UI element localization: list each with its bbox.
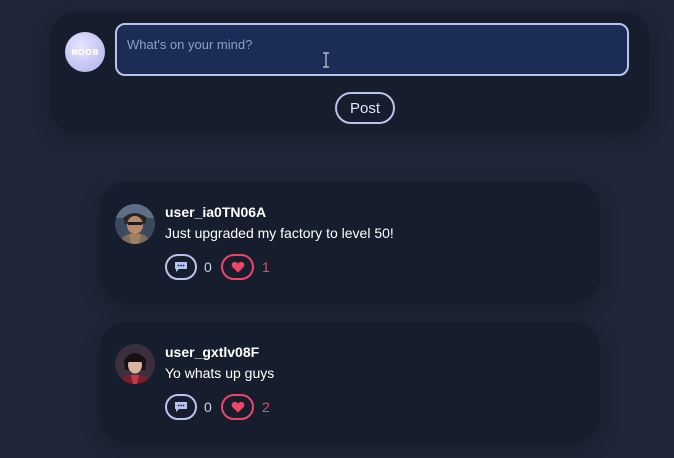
post-card: user_ia0TN06A Just upgraded my factory t… bbox=[100, 182, 600, 302]
heart-icon bbox=[231, 261, 244, 273]
post-username[interactable]: user_ia0TN06A bbox=[165, 204, 266, 220]
post-username[interactable]: user_gxtlv08F bbox=[165, 344, 259, 360]
comment-bubble-icon bbox=[175, 262, 187, 272]
post-composer: NOOB Post bbox=[50, 12, 650, 132]
comment-button[interactable] bbox=[165, 254, 197, 280]
user-avatar[interactable] bbox=[115, 344, 155, 384]
user-avatar[interactable] bbox=[115, 204, 155, 244]
comment-bubble-icon bbox=[175, 402, 187, 412]
text-cursor-icon bbox=[323, 52, 329, 68]
avatar-initials: NOOB bbox=[71, 47, 99, 57]
like-button[interactable] bbox=[221, 394, 254, 420]
avatar-image bbox=[115, 204, 155, 244]
like-button[interactable] bbox=[221, 254, 254, 280]
comment-count: 0 bbox=[204, 259, 212, 275]
comment-button[interactable] bbox=[165, 394, 197, 420]
post-text: Yo whats up guys bbox=[165, 365, 275, 381]
avatar-image bbox=[115, 344, 155, 384]
post-card: user_gxtlv08F Yo whats up guys 0 2 bbox=[100, 322, 600, 442]
like-count: 1 bbox=[262, 259, 270, 275]
current-user-avatar: NOOB bbox=[65, 32, 105, 72]
feed-page: NOOB Post user_ia0TN06A Just upgraded my… bbox=[0, 0, 674, 458]
post-text: Just upgraded my factory to level 50! bbox=[165, 225, 394, 241]
post-input[interactable] bbox=[115, 23, 629, 76]
comment-count: 0 bbox=[204, 399, 212, 415]
heart-icon bbox=[231, 401, 244, 413]
like-count: 2 bbox=[262, 399, 270, 415]
post-button[interactable]: Post bbox=[335, 92, 395, 124]
